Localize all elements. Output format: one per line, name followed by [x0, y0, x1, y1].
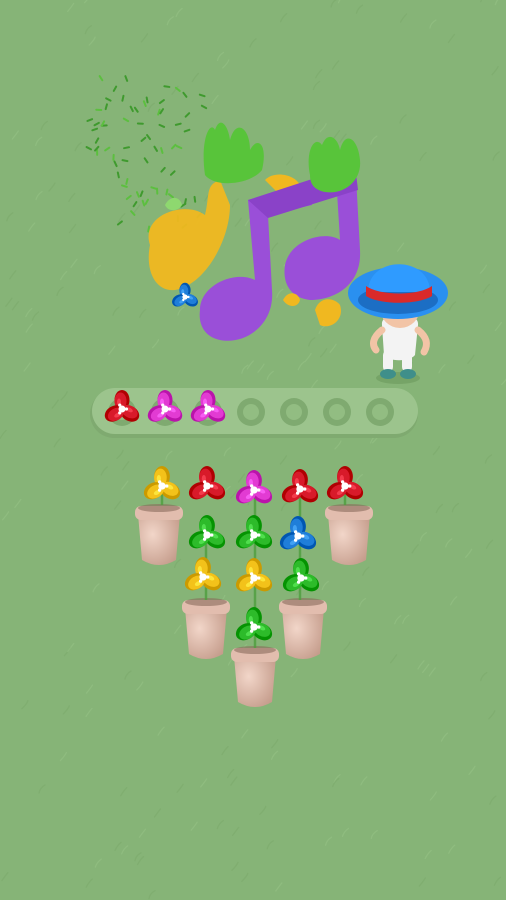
pot-2[interactable] — [182, 598, 230, 659]
music-note-icon — [85, 75, 361, 341]
grass-background — [0, 0, 506, 900]
pot-3[interactable] — [231, 646, 279, 707]
pot-1[interactable] — [135, 504, 183, 565]
tray-slot — [366, 398, 394, 426]
pot-flower-red-icon[interactable] — [186, 466, 228, 503]
pot-grid — [135, 466, 373, 707]
gardener-character-icon — [348, 264, 448, 384]
tray-slot — [280, 398, 308, 426]
pot-5[interactable] — [279, 598, 327, 659]
pot-flower-yellow-icon[interactable] — [182, 557, 224, 594]
tray-slot — [323, 398, 351, 426]
tray-slot — [237, 398, 265, 426]
leaf-particles — [85, 75, 208, 233]
pot-flower-blue-icon[interactable] — [277, 516, 319, 553]
flower-tray — [90, 388, 418, 438]
game-scene — [0, 0, 506, 900]
pot-6[interactable] — [325, 504, 373, 565]
